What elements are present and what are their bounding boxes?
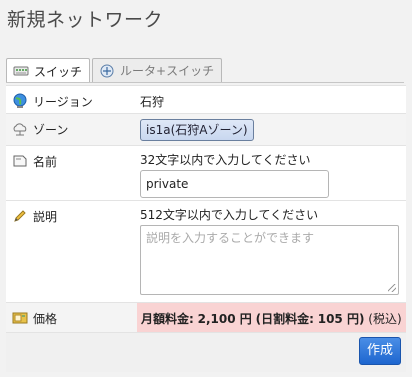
name-row: 名前 32文字以内で入力してください private [6,145,406,200]
region-value: 石狩 [140,95,165,109]
pencil-icon [12,208,28,224]
daily-price: 105 円) [317,312,365,326]
dialog-footer: 作成 [6,332,406,372]
tax-note: (税込) [368,312,402,326]
dialog-title: 新規ネットワーク [7,9,164,31]
description-textarea[interactable]: 説明を入力することができます [140,225,399,295]
globe-icon [12,93,28,109]
description-placeholder: 説明を入力することができます [146,231,315,245]
zone-select-button[interactable]: is1a(石狩Aゾーン) [140,119,254,141]
create-button[interactable]: 作成 [359,337,401,365]
price-row: 価格 月額料金: 2,100 円 (日割料金: 105 円) (税込) [6,302,406,332]
switch-icon [13,64,29,78]
tab-label: ルータ+スイッチ [120,64,215,78]
daily-price-label: (日割料金: [255,312,314,326]
description-row: 説明 512文字以内で入力してください 説明を入力することができます [6,200,406,302]
price-label: 価格 [33,312,58,326]
zone-row: ゾーン is1a(石狩Aゾーン) [6,113,406,145]
resize-handle-icon[interactable] [388,284,396,292]
monthly-price: 2,100 円 [197,312,252,326]
tab-switch[interactable]: スイッチ [6,58,91,83]
name-hint: 32文字以内で入力してください [140,153,311,167]
name-input[interactable]: private [140,170,329,198]
network-form: リージョン 石狩 ゾーン is1a(石狩Aゾーン) 名前 32文字以内で入力して… [6,85,406,372]
zone-label: ゾーン [33,123,69,137]
description-hint: 512文字以内で入力してください [140,208,319,222]
name-label: 名前 [33,155,58,169]
description-label: 説明 [33,210,58,224]
tab-bar: スイッチ ルータ+スイッチ [6,58,223,83]
router-icon [99,64,115,78]
cloud-icon [12,121,28,137]
region-row: リージョン 石狩 [6,85,406,113]
tab-divider [6,82,404,83]
tag-icon [12,153,28,169]
price-icon [12,310,28,326]
monthly-price-label: 月額料金: [141,312,194,326]
tab-router-switch[interactable]: ルータ+スイッチ [92,58,223,82]
tab-label: スイッチ [34,64,83,79]
price-value: 月額料金: 2,100 円 (日割料金: 105 円) (税込) [137,303,406,332]
region-label: リージョン [33,95,93,109]
